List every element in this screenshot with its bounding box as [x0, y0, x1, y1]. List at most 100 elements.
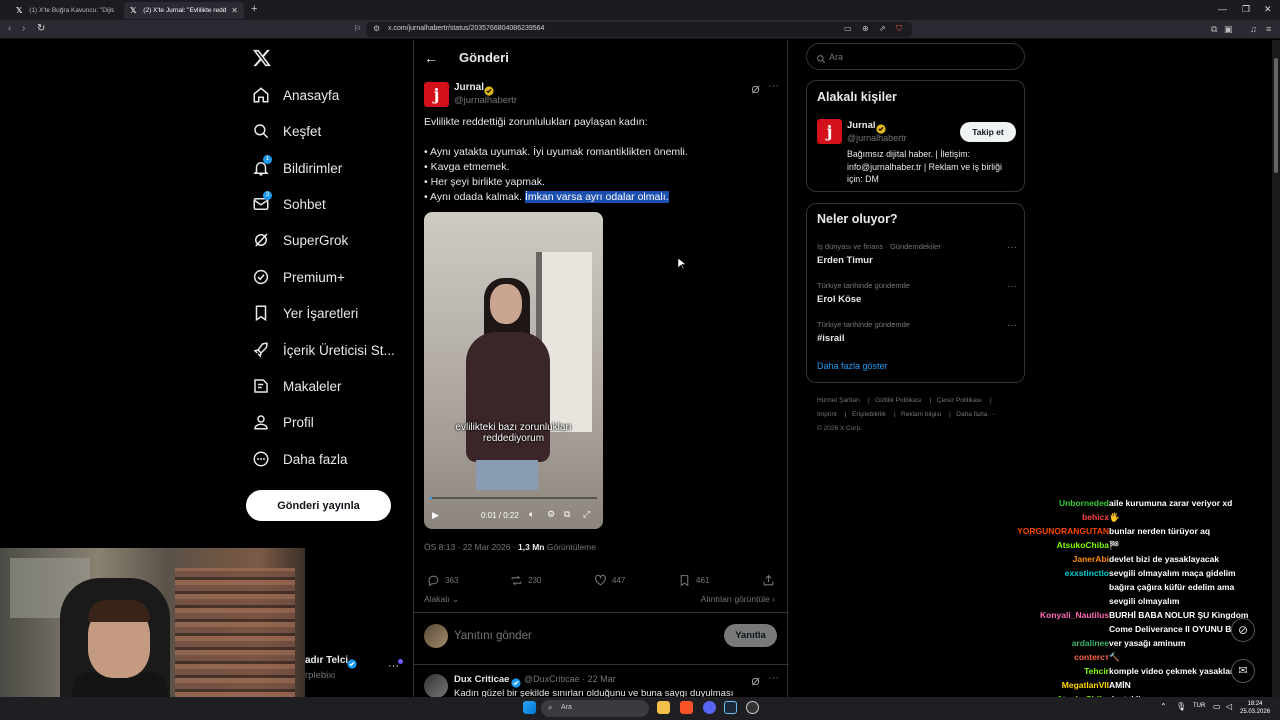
author-name[interactable]: Jurnal: [454, 82, 484, 93]
nav-item-explore[interactable]: Keşfet: [252, 116, 321, 146]
chat-username[interactable]: YORGUNORANGUTAN: [1017, 526, 1109, 536]
play-icon[interactable]: ▶: [432, 510, 439, 521]
more-options-icon[interactable]: ···: [768, 672, 779, 684]
nav-item-articles[interactable]: Makaleler: [252, 371, 342, 401]
url-field[interactable]: ⚙ x.com/jurnalhabertr/status/20357668040…: [366, 22, 912, 37]
pip-icon[interactable]: ⧉: [564, 509, 570, 520]
clock[interactable]: 18:24 25.03.2026: [1240, 700, 1270, 716]
forward-icon[interactable]: ›: [22, 23, 25, 34]
reply-avatar[interactable]: [424, 674, 448, 698]
footer-link[interactable]: Erişilebilirlik: [852, 411, 886, 418]
discord-icon[interactable]: [703, 701, 716, 714]
more-options-icon[interactable]: ···: [768, 80, 779, 92]
reply-author-handle[interactable]: @DuxCriticae · 22 Mar: [524, 674, 616, 684]
like-action[interactable]: 447: [594, 574, 625, 587]
chat-username[interactable]: MegatlanVII: [1062, 680, 1109, 690]
chat-username[interactable]: behicx: [1082, 512, 1109, 522]
author-handle[interactable]: @jurnalhabertr: [454, 95, 517, 106]
footer-link[interactable]: Hizmet Şartları: [817, 397, 860, 404]
trend-item[interactable]: Türkiye tarihinde gündemde #israil ···: [817, 320, 1017, 344]
brave-browser-icon[interactable]: [680, 701, 693, 714]
menu-icon[interactable]: ≡: [1266, 24, 1271, 34]
settings-icon[interactable]: ⚙: [547, 509, 555, 520]
view-quotes-link[interactable]: Alıntıları görüntüle ›: [701, 594, 775, 604]
grok-icon[interactable]: [750, 674, 761, 692]
nav-item-notifications[interactable]: 1 Bildirimler: [252, 153, 342, 183]
footer-link[interactable]: Çerez Politikası: [937, 397, 982, 404]
share-icon[interactable]: ⇗: [879, 24, 886, 33]
wallet-icon[interactable]: ▣: [1224, 24, 1233, 35]
zoom-icon[interactable]: ⊕: [862, 24, 869, 33]
chat-username[interactable]: AtsukoChiba: [1057, 540, 1109, 550]
chat-username[interactable]: Konyali_Nautilus: [1040, 610, 1109, 620]
close-window-button[interactable]: ✕: [1264, 4, 1272, 15]
browser-tab-active[interactable]: 𝕏 (2) X'te Jurnal: "Evlilikte reddetti ✕: [124, 2, 244, 19]
x-logo-icon[interactable]: [252, 48, 274, 68]
back-arrow-icon[interactable]: ←: [424, 50, 438, 66]
footer-link[interactable]: Gizlilik Politikası: [875, 397, 922, 404]
reply-author-name[interactable]: Dux Criticae: [454, 674, 509, 685]
more-options-icon[interactable]: ···: [1007, 320, 1017, 331]
maximize-button[interactable]: ❐: [1242, 4, 1250, 15]
taskbar-search[interactable]: ⌕ Ara: [541, 700, 649, 717]
minimize-button[interactable]: —: [1218, 4, 1227, 14]
new-tab-button[interactable]: +: [251, 3, 257, 15]
search-input[interactable]: [829, 50, 1009, 64]
shield-icon[interactable]: ⛉: [896, 24, 902, 34]
nav-item-more[interactable]: Daha fazla: [252, 444, 348, 474]
messages-floating-icon[interactable]: ✉: [1231, 659, 1255, 683]
volume-icon[interactable]: ◁: [1226, 702, 1232, 711]
volume-icon[interactable]: 🔈︎: [529, 509, 534, 520]
sort-relevant-dropdown[interactable]: Alakalı ⌄: [424, 594, 459, 605]
video-progress-bar[interactable]: [430, 497, 597, 499]
show-more-link[interactable]: Daha fazla göster: [817, 361, 888, 371]
trend-item[interactable]: Türkiye tarihinde gündemde Erol Köse ···: [817, 281, 1017, 305]
share-action[interactable]: [762, 574, 775, 587]
related-handle[interactable]: @jurnalhabertr: [847, 133, 907, 143]
nav-item-chat[interactable]: 3 Sohbet: [252, 189, 326, 219]
grok-floating-icon[interactable]: ⊘: [1231, 618, 1255, 642]
back-icon[interactable]: ‹: [8, 23, 11, 34]
user-avatar[interactable]: [424, 624, 448, 648]
footer-link[interactable]: Imprint: [817, 411, 837, 418]
author-avatar[interactable]: j: [424, 82, 449, 107]
footer-link[interactable]: Reklam bilgisi: [901, 411, 941, 418]
nav-item-profile[interactable]: Profil: [252, 407, 314, 437]
post-button[interactable]: Gönderi yayınla: [246, 490, 391, 521]
chat-username[interactable]: exxstinctio: [1065, 568, 1109, 578]
chat-username[interactable]: ardalinee: [1072, 638, 1109, 648]
grok-icon[interactable]: [750, 82, 761, 100]
reply-input[interactable]: [454, 626, 714, 646]
windows-start-icon[interactable]: [523, 701, 536, 714]
mic-icon[interactable]: 🎙︎: [1176, 702, 1186, 711]
steam-icon[interactable]: [724, 701, 737, 714]
related-avatar[interactable]: j: [817, 119, 842, 144]
language-indicator[interactable]: TUR: [1193, 703, 1205, 709]
nav-item-creator-studio[interactable]: İçerik Üreticisi St...: [252, 335, 395, 365]
extensions-icon[interactable]: ⧉: [1211, 24, 1217, 35]
trend-item[interactable]: İş dünyası ve finans · Gündemdekiler Erd…: [817, 242, 1017, 266]
more-options-icon[interactable]: ···: [1007, 242, 1017, 253]
close-tab-icon[interactable]: ✕: [231, 6, 238, 15]
site-settings-icon[interactable]: ⚙: [373, 24, 380, 33]
reply-button[interactable]: Yanıtla: [724, 624, 777, 647]
scrollbar-thumb[interactable]: [1274, 58, 1278, 173]
reply-action[interactable]: 363: [427, 574, 458, 587]
more-options-icon[interactable]: ···: [1007, 281, 1017, 292]
repost-action[interactable]: 230: [510, 574, 541, 587]
nav-item-bookmarks[interactable]: Yer İşaretleri: [252, 298, 358, 328]
file-explorer-icon[interactable]: [657, 701, 670, 714]
chat-username[interactable]: Unborneded: [1059, 498, 1109, 508]
media-icon[interactable]: ♫: [1250, 24, 1257, 34]
scrollbar[interactable]: [1272, 40, 1280, 700]
fullscreen-icon[interactable]: ⤢: [583, 509, 590, 520]
video-player[interactable]: evlilikteki bazı zorunlukları reddediyor…: [424, 212, 603, 529]
nav-item-home[interactable]: Anasayfa: [252, 80, 339, 110]
account-name[interactable]: adır Telci: [305, 655, 348, 666]
chevron-up-icon[interactable]: ⌃: [1160, 702, 1167, 711]
network-icon[interactable]: ▭: [1213, 702, 1221, 711]
related-name[interactable]: Jurnal: [847, 120, 876, 131]
obs-icon[interactable]: [746, 701, 759, 714]
search-box[interactable]: [806, 43, 1025, 70]
nav-item-premium[interactable]: Premium+: [252, 262, 345, 292]
